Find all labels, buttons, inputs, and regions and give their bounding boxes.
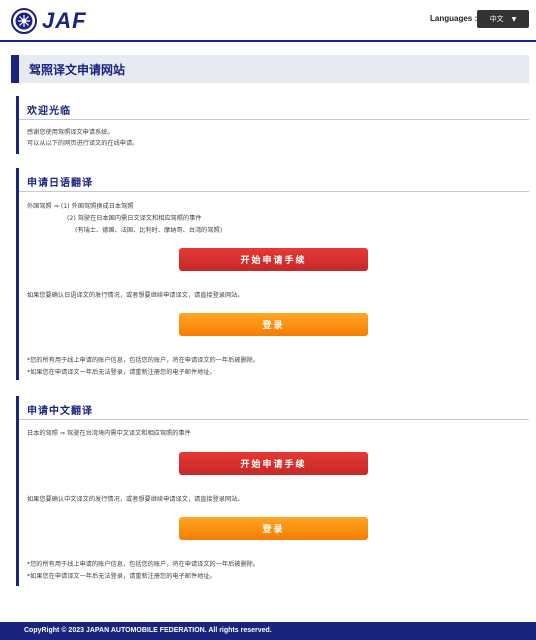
japanese-line-2: (2) 驾驶在日本国内需日文译文和相应驾照的事件: [67, 215, 202, 222]
chevron-down-icon: ▼: [511, 15, 517, 23]
welcome-heading: 欢迎光临: [27, 106, 71, 117]
japanese-note-2: *如果您在申请译文一年后无法登录，请重新注册您的电子邮件地址。: [27, 369, 216, 376]
page-title: 驾照译文申请网站: [29, 63, 126, 77]
site-footer: CopyRight © 2023 JAPAN AUTOMOBILE FEDERA…: [0, 622, 536, 640]
japanese-heading: 申请日语翻译: [27, 178, 93, 189]
chinese-note-2: *如果您在申请译文一年后无法登录，请重新注册您的电子邮件地址。: [27, 573, 216, 580]
japanese-header: 申请日语翻译: [19, 168, 529, 192]
japanese-check-note: 如果您要确认日语译文的发行情况，或者想要继续申请译文，请直接登录网站。: [27, 292, 244, 299]
japanese-line-3: (有瑞士、德国、法国、比利时、摩纳哥、台湾的驾照): [75, 227, 223, 234]
japanese-start-button[interactable]: 开始申请手续: [179, 248, 368, 271]
site-header: JAF Languages : 中文 ▼: [0, 0, 536, 42]
japanese-login-button[interactable]: 登录: [179, 313, 368, 336]
chinese-heading: 申请中文翻译: [27, 406, 93, 417]
welcome-section: 欢迎光临 感谢您使用驾照译文申请系统。 可以从以下的网页进行译文的在线申请。: [16, 96, 529, 154]
japanese-note-1: *您的所有用于线上申请的账户信息，包括您的账户，将在申请译文的一年后被删除。: [27, 357, 260, 364]
welcome-line-1: 感谢您使用驾照译文申请系统。: [27, 129, 114, 136]
chinese-header: 申请中文翻译: [19, 396, 529, 420]
jaf-logo[interactable]: JAF: [11, 8, 87, 34]
japanese-translation-section: 申请日语翻译 外国驾照 ⇒ (1) 外国驾照换成日本驾照 (2) 驾驶在日本国内…: [16, 168, 529, 380]
chinese-note-1: *您的所有用于线上申请的账户信息，包括您的账户，将在申请译文的一年后被删除。: [27, 561, 260, 568]
page-title-bar: 驾照译文申请网站: [11, 55, 529, 83]
chinese-login-button[interactable]: 登录: [179, 517, 368, 540]
welcome-line-2: 可以从以下的网页进行译文的在线申请。: [27, 140, 139, 147]
welcome-header: 欢迎光临: [19, 96, 529, 120]
japanese-line-1: 外国驾照 ⇒ (1) 外国驾照换成日本驾照: [27, 203, 134, 210]
chinese-check-note: 如果您要确认中文译文的发行情况，或者想要继续申请译文，请直接登录网站。: [27, 496, 244, 503]
logo-text: JAF: [42, 8, 87, 33]
chinese-translation-section: 申请中文翻译 日本的驾照 ⇒ 驾驶在台湾境内需中文译文和相应驾照的事件 开始申请…: [16, 396, 529, 586]
languages-label: Languages :: [430, 14, 478, 23]
language-select[interactable]: 中文 ▼: [477, 10, 529, 28]
jaf-emblem-icon: [11, 8, 37, 34]
chinese-start-button[interactable]: 开始申请手续: [179, 452, 368, 475]
chinese-line-1: 日本的驾照 ⇒ 驾驶在台湾境内需中文译文和相应驾照的事件: [27, 430, 191, 437]
language-selected-value: 中文: [489, 15, 504, 23]
copyright-text: CopyRight © 2023 JAPAN AUTOMOBILE FEDERA…: [24, 627, 272, 634]
